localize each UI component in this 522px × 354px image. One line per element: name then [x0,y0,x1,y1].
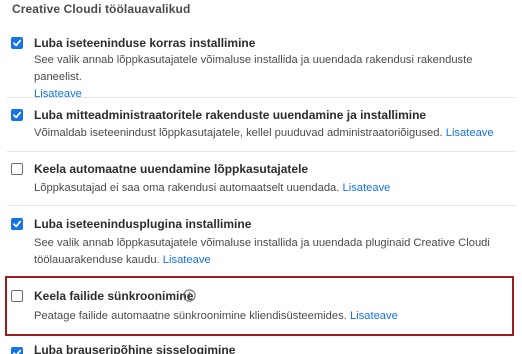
checkbox-disable-file-sync[interactable] [11,290,23,302]
option-desc-disable-file-sync: Peatage failide automaatne sünkroonimine… [34,308,512,325]
option-desc-text: Peatage failide automaatne sünkroonimine… [34,310,347,322]
option-title-disable-auto-update[interactable]: Keela automaatne uuendamine lõppkasutaja… [34,162,308,176]
option-desc-self-service-install: See valik annab lõppkasutajatele võimalu… [34,52,512,103]
checkmark-icon [13,39,22,47]
option-title-non-admin-updates[interactable]: Luba mitteadministraatoritele rakenduste… [34,108,426,122]
option-title-disable-file-sync[interactable]: Keela failide sünkroonimine [34,289,193,303]
checkbox-browser-login[interactable] [11,347,23,354]
learn-more-link[interactable]: Lisateave [446,127,494,139]
option-title-self-service-install[interactable]: Luba iseteeninduse korras installimine [34,36,255,50]
checkmark-icon [13,111,22,119]
checkbox-self-service-plugins[interactable] [11,218,23,230]
option-desc-non-admin-updates: Võimaldab iseteenindust lõppkasutajatele… [34,125,512,142]
learn-more-link[interactable]: Lisateave [343,182,391,194]
divider [7,205,515,206]
highlight-box [5,276,514,336]
divider [7,97,515,98]
option-desc-text: Lõppkasutajad ei saa oma rakendusi autom… [34,182,340,194]
option-desc-disable-auto-update: Lõppkasutajad ei saa oma rakendusi autom… [34,180,512,197]
checkbox-disable-auto-update[interactable] [11,163,23,175]
option-desc-text: See valik annab lõppkasutajatele võimalu… [34,54,473,83]
checkbox-non-admin-updates[interactable] [11,109,23,121]
learn-more-link[interactable]: Lisateave [163,254,211,266]
option-desc-text: See valik annab lõppkasutajatele võimalu… [34,237,490,266]
option-desc-self-service-plugins: See valik annab lõppkasutajatele võimalu… [34,235,512,269]
learn-more-link[interactable]: Lisateave [350,310,398,322]
checkbox-self-service-install[interactable] [11,37,23,49]
divider [7,151,515,152]
checkmark-icon [13,349,22,354]
creative-cloud-desktop-options-panel: Creative Cloudi töölauavalikud Luba iset… [0,0,522,354]
checkmark-icon [13,220,22,228]
section-title: Creative Cloudi töölauavalikud [12,2,191,16]
info-circle-icon[interactable] [183,289,196,302]
option-desc-text: Võimaldab iseteenindust lõppkasutajatele… [34,127,443,139]
learn-more-link[interactable]: Lisateave [34,88,82,100]
option-title-self-service-plugins[interactable]: Luba iseteenindusplugina installimine [34,217,251,231]
option-title-browser-login[interactable]: Luba brauseripõhine sisselogimine [34,343,235,354]
